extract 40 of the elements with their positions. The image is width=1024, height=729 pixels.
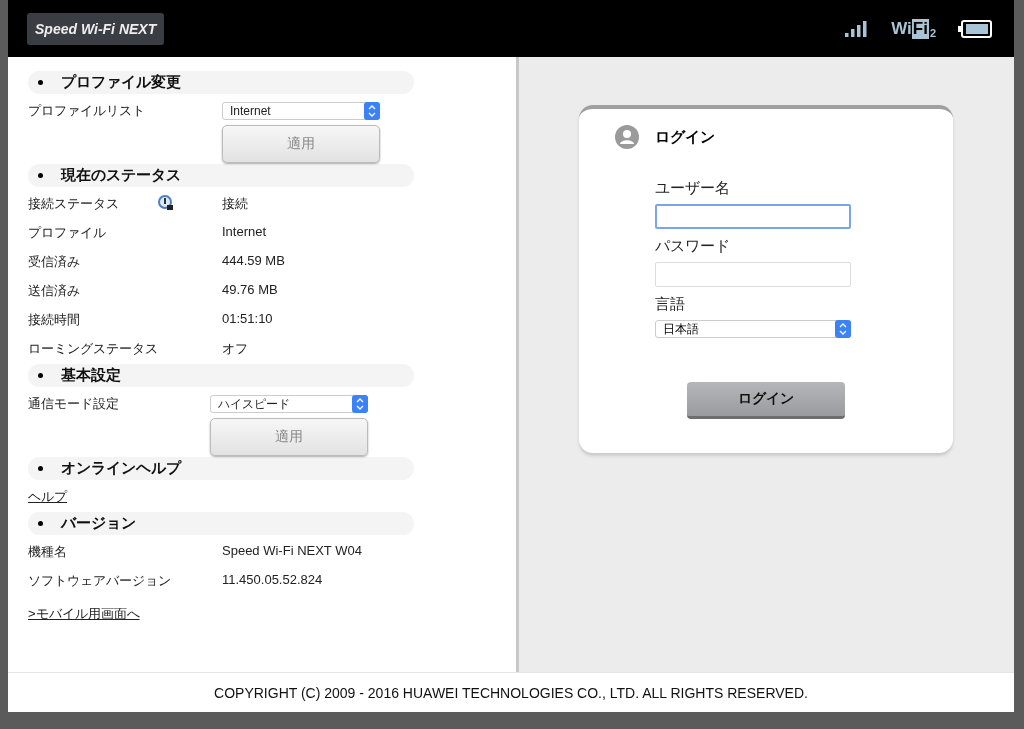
section-title: 基本設定 — [61, 366, 121, 385]
section-title: オンラインヘルプ — [61, 459, 181, 478]
signal-icon — [845, 20, 870, 37]
mobile-view-link[interactable]: >モバイル用画面へ — [28, 605, 140, 623]
dropdown[interactable]: Internet — [222, 102, 380, 120]
login-button[interactable]: ログイン — [687, 382, 845, 419]
section-title: 現在のステータス — [61, 166, 181, 185]
username-field[interactable] — [655, 204, 851, 229]
section-title: プロファイル変更 — [61, 73, 181, 92]
info-value: 接続 — [222, 195, 248, 213]
info-label: プロファイル — [28, 224, 107, 242]
field-label: 通信モード設定 — [28, 395, 120, 413]
info-value: 01:51:10 — [222, 311, 273, 326]
info-label: 送信済み — [28, 282, 81, 300]
info-label: 接続ステータス — [28, 195, 120, 213]
copyright-text: COPYRIGHT (C) 2009 - 2016 HUAWEI TECHNOLOGIES CO., LTD. ALL RIGHTS RESERVED. — [8, 672, 1014, 712]
info-value: Internet — [222, 224, 267, 239]
section-title: バージョン — [61, 514, 136, 533]
field-label: ユーザー名 — [655, 179, 731, 198]
info-value: Speed Wi-Fi NEXT W04 — [222, 543, 362, 558]
info-label: 受信済み — [28, 253, 81, 271]
info-value: 11.450.05.52.824 — [222, 572, 323, 587]
field-label: パスワード — [655, 237, 731, 256]
info-label: ソフトウェアバージョン — [28, 572, 172, 590]
field-label: プロファイルリスト — [28, 102, 146, 120]
password-field[interactable] — [655, 262, 851, 287]
info-label: ローミングステータス — [28, 340, 159, 358]
info-value: 444.59 MB — [222, 253, 285, 268]
dropdown[interactable]: ハイスピード — [210, 395, 368, 413]
info-label: 機種名 — [28, 543, 68, 561]
info-label: 接続時間 — [28, 311, 81, 329]
dropdown[interactable]: 日本語 — [655, 320, 851, 338]
field-label: 言語 — [655, 295, 686, 314]
logo: Speed Wi-Fi NEXT — [27, 12, 165, 45]
battery-icon — [958, 19, 992, 38]
info-value: 49.76 MB — [222, 282, 278, 297]
user-icon — [615, 125, 639, 149]
login-title: ログイン — [655, 127, 715, 147]
help-link[interactable]: ヘルプ — [28, 488, 67, 506]
info-value: オフ — [222, 340, 248, 358]
